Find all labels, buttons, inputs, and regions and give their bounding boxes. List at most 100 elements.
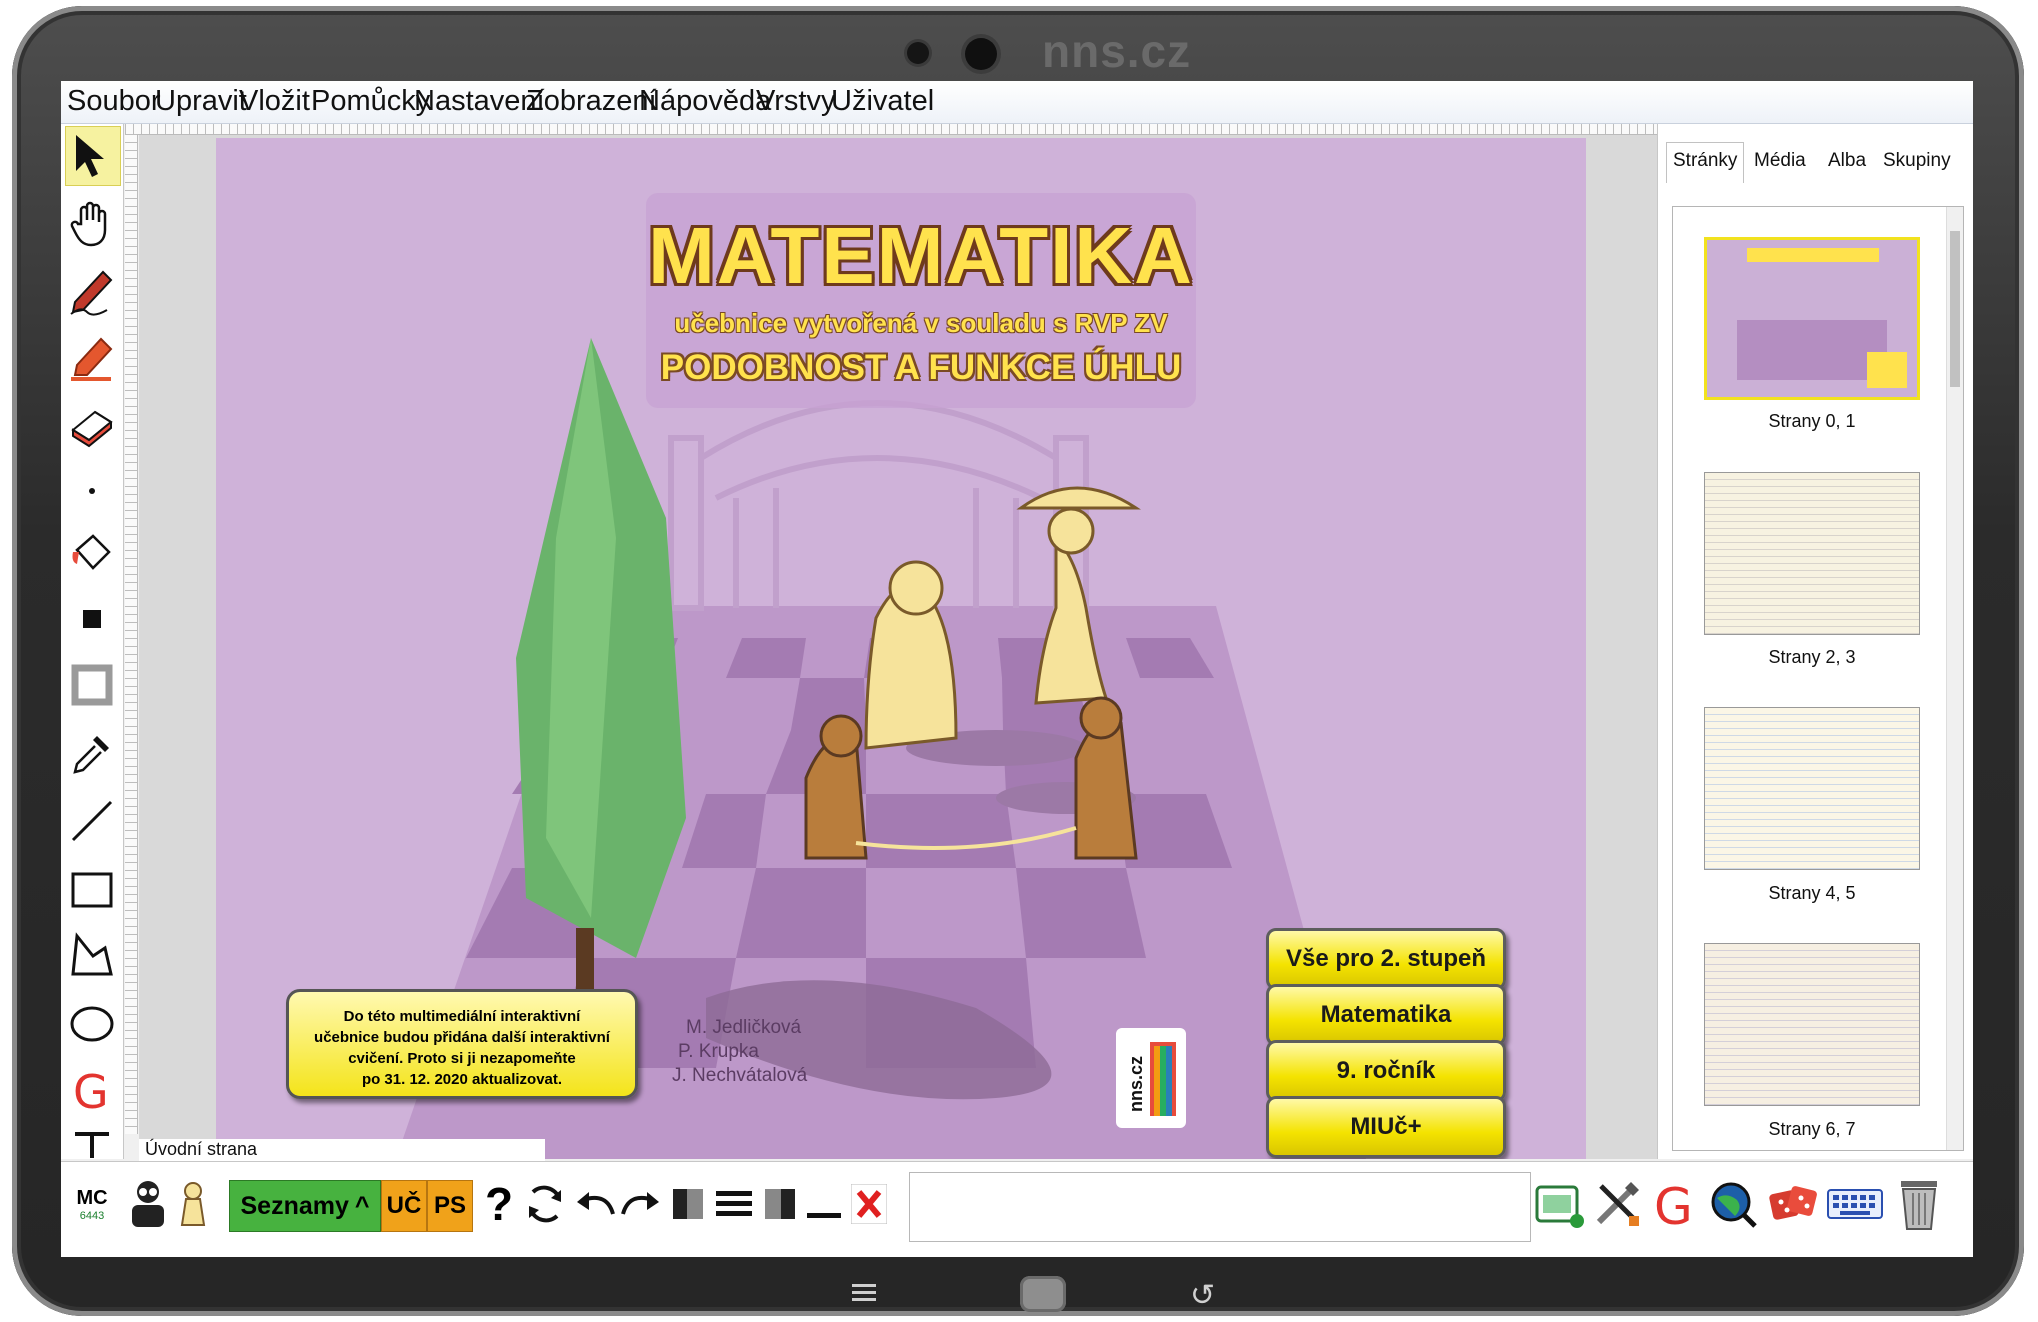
notice-line: Do této multimediální interaktivní <box>343 1008 581 1025</box>
vertical-ruler <box>125 134 138 1134</box>
author-name: J. Nechvátalová <box>672 1065 808 1086</box>
keyboard-tablet-icon[interactable] <box>1531 1176 1587 1232</box>
left-panel-toggle-icon[interactable] <box>671 1176 705 1232</box>
device-brand: nns.cz <box>1042 25 1192 77</box>
scrollbar-thumb[interactable] <box>1950 231 1960 387</box>
close-icon[interactable] <box>849 1176 889 1232</box>
svg-text:G: G <box>73 1065 109 1114</box>
book-cover-page: MATEMATIKA učebnice vytvořená v souladu … <box>216 138 1586 1159</box>
svg-text:G: G <box>1654 1178 1693 1230</box>
undo-icon[interactable] <box>573 1176 617 1232</box>
notice-line: cvičení. Proto si ji nezapomeňte <box>348 1050 576 1067</box>
keyboard-icon[interactable] <box>1825 1176 1885 1232</box>
home-button[interactable] <box>1020 1276 1066 1312</box>
thumbnail-page[interactable] <box>1704 237 1920 400</box>
right-panel-toggle-icon[interactable] <box>763 1176 797 1232</box>
line-icon[interactable] <box>65 792 119 850</box>
notice-line: učebnice budou přidána další interaktivn… <box>314 1029 610 1046</box>
menu-key-icon[interactable] <box>852 1284 876 1304</box>
button-9-rocnik[interactable]: 9. ročník <box>1266 1040 1506 1102</box>
tab-alba[interactable]: Alba <box>1828 150 1866 172</box>
trash-icon[interactable] <box>1893 1176 1945 1232</box>
thumbnail-scrollbar[interactable] <box>1946 207 1963 1150</box>
fill-bucket-icon[interactable] <box>65 524 119 582</box>
page-thumbnail-list: Strany 0, 1 Strany 2, 3 Strany 4, 5 Stra… <box>1672 206 1964 1151</box>
hand-icon[interactable] <box>65 194 119 252</box>
outline-square-icon[interactable] <box>65 656 119 714</box>
thumbnail-label: Strany 0, 1 <box>1768 411 1856 431</box>
pages-panel: Stránky Média Alba Skupiny Strany 0, 1 S… <box>1657 124 1973 1159</box>
book-title: MATEMATIKA <box>648 211 1194 300</box>
geogebra-icon[interactable]: G <box>65 1060 119 1118</box>
menu-napoveda[interactable]: Nápověda <box>639 85 771 118</box>
author-name: P. Krupka <box>678 1041 759 1062</box>
user-icon[interactable] <box>127 1176 169 1232</box>
app-screen: Soubor Upravit Vložit Pomůcky Nastavení … <box>61 81 1973 1257</box>
back-key-icon[interactable]: ↺ <box>1190 1278 1215 1313</box>
book-subtitle: učebnice vytvořená v souladu s RVP ZV <box>674 308 1168 338</box>
filled-square-icon[interactable] <box>65 590 119 648</box>
tab-stranky[interactable]: Stránky <box>1673 150 1737 172</box>
thumbnail-page[interactable] <box>1704 943 1920 1106</box>
camera-icon <box>907 42 929 64</box>
bottom-toolbar: MC 6443 Seznamy ^ UČ PS ? G <box>61 1161 1973 1257</box>
mc-badge[interactable]: MC 6443 <box>69 1176 115 1232</box>
page-name-label: Úvodní strana <box>139 1139 545 1161</box>
menu-lines-icon[interactable] <box>715 1176 753 1232</box>
button-matematika[interactable]: Matematika <box>1266 984 1506 1046</box>
pen-icon[interactable] <box>65 262 119 320</box>
ps-button[interactable]: PS <box>427 1180 473 1232</box>
mc-number: 6443 <box>79 1209 105 1222</box>
menu-bar: Soubor Upravit Vložit Pomůcky Nastavení … <box>61 81 1973 124</box>
globe-search-icon[interactable] <box>1705 1176 1761 1232</box>
thumbnail-page[interactable] <box>1704 707 1920 870</box>
geogebra-app-icon[interactable]: G <box>1649 1176 1701 1232</box>
tab-skupiny[interactable]: Skupiny <box>1883 150 1951 172</box>
text-tool-icon[interactable] <box>65 1124 119 1158</box>
menu-zobrazeni[interactable]: Zobrazení <box>526 85 657 118</box>
help-icon[interactable]: ? <box>481 1176 517 1232</box>
menu-vrstvy[interactable]: Vrstvy <box>756 85 835 118</box>
seznamy-label: Seznamy <box>240 1191 349 1220</box>
tool-palette: G <box>61 124 124 1159</box>
mc-label: MC <box>76 1186 108 1209</box>
tools-icon[interactable] <box>1589 1176 1645 1232</box>
menu-pomucky[interactable]: Pomůcky <box>311 85 430 118</box>
publisher-logo: nns.cz <box>1116 1028 1186 1128</box>
thumbnail-label: Strany 4, 5 <box>1768 883 1856 903</box>
dot-icon[interactable] <box>65 462 119 520</box>
menu-nastaveni[interactable]: Nastavení <box>414 85 545 118</box>
highlighter-icon[interactable] <box>65 329 119 387</box>
menu-uzivatel[interactable]: Uživatel <box>831 85 934 118</box>
thumbnail-label: Strany 2, 3 <box>1768 647 1856 667</box>
menu-soubor[interactable]: Soubor <box>67 85 161 118</box>
notice-line: po 31. 12. 2020 aktualizovat. <box>361 1071 563 1088</box>
camera-lens-icon <box>965 38 997 70</box>
ellipse-icon[interactable] <box>65 994 119 1052</box>
menu-upravit[interactable]: Upravit <box>155 85 247 118</box>
author-name: M. Jedličková <box>686 1017 802 1038</box>
button-vse-pro-2-stupen[interactable]: Vše pro 2. stupeň <box>1266 928 1506 990</box>
dice-icon[interactable] <box>1765 1176 1821 1232</box>
command-input-field[interactable] <box>909 1172 1531 1242</box>
logo-text: nns.cz <box>1126 1056 1146 1112</box>
eraser-icon[interactable] <box>65 396 119 454</box>
thumbnail-page[interactable] <box>1704 472 1920 635</box>
select-arrow-icon[interactable] <box>65 126 121 186</box>
redo-icon[interactable] <box>619 1176 663 1232</box>
menu-vlozit[interactable]: Vložit <box>239 85 310 118</box>
seznamy-button[interactable]: Seznamy ^ <box>229 1180 381 1232</box>
uc-button[interactable]: UČ <box>381 1180 427 1232</box>
minimize-icon[interactable] <box>805 1176 843 1232</box>
thumbnail-label: Strany 6, 7 <box>1768 1119 1856 1139</box>
seznamy-arrow-icon: ^ <box>354 1191 370 1220</box>
refresh-icon[interactable] <box>523 1176 567 1232</box>
rectangle-icon[interactable] <box>65 860 119 918</box>
horizontal-ruler <box>125 124 1717 135</box>
button-miuc-plus[interactable]: MIUč+ <box>1266 1096 1506 1158</box>
chess-figure-icon[interactable] <box>175 1176 211 1232</box>
polygon-icon[interactable] <box>65 926 119 984</box>
tab-media[interactable]: Média <box>1754 150 1806 172</box>
update-notice: Do této multimediální interaktivní učebn… <box>286 989 638 1099</box>
eyedropper-icon[interactable] <box>65 724 119 782</box>
